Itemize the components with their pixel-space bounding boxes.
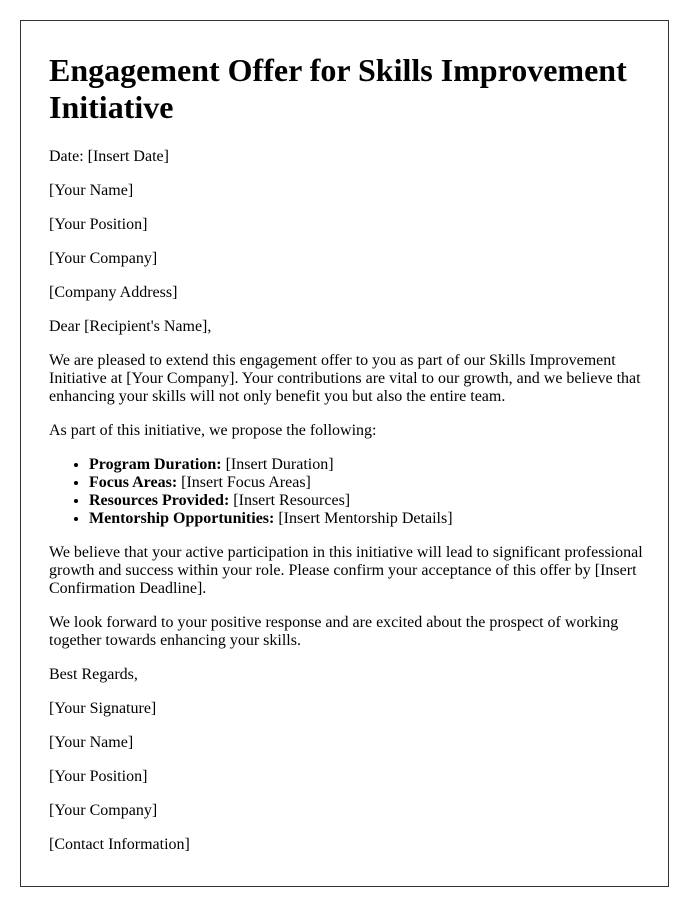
term-item-resources-provided: Resources Provided: [Insert Resources] [89,492,648,510]
sender-address: [Company Address] [49,284,178,301]
term-label: Mentorship Opportunities: [89,510,275,527]
term-label: Focus Areas: [89,474,178,491]
signer-contact: [Contact Information] [49,836,190,853]
sign-off: Best Regards, [49,666,138,683]
signer-name: [Your Name] [49,734,134,751]
proposal-lead: As part of this initiative, we propose t… [49,422,377,439]
term-value: [Insert Focus Areas] [177,474,311,491]
terms-list: Program Duration: [Insert Duration] Focu… [49,456,648,528]
term-label: Resources Provided: [89,492,230,509]
signature: [Your Signature] [49,700,157,717]
term-item-program-duration: Program Duration: [Insert Duration] [89,456,648,474]
term-value: [Insert Resources] [229,492,351,509]
document-title: Engagement Offer for Skills Improvement … [49,52,627,125]
sender-company: [Your Company] [49,250,158,267]
intro-paragraph: We are pleased to extend this engagement… [49,352,641,405]
term-label: Program Duration: [89,456,222,473]
term-value: [Insert Mentorship Details] [274,510,453,527]
term-item-mentorship-opportunities: Mentorship Opportunities: [Insert Mentor… [89,510,648,528]
salutation: Dear [Recipient's Name], [49,318,212,335]
date-line: Date: [Insert Date] [49,148,169,165]
signer-position: [Your Position] [49,768,148,785]
closing-paragraph: We look forward to your positive respons… [49,614,619,649]
sender-name: [Your Name] [49,182,134,199]
term-item-focus-areas: Focus Areas: [Insert Focus Areas] [89,474,648,492]
term-value: [Insert Duration] [221,456,334,473]
belief-paragraph: We believe that your active participatio… [49,544,643,597]
sender-position: [Your Position] [49,216,148,233]
letter-container: Engagement Offer for Skills Improvement … [20,20,669,887]
signer-company: [Your Company] [49,802,158,819]
